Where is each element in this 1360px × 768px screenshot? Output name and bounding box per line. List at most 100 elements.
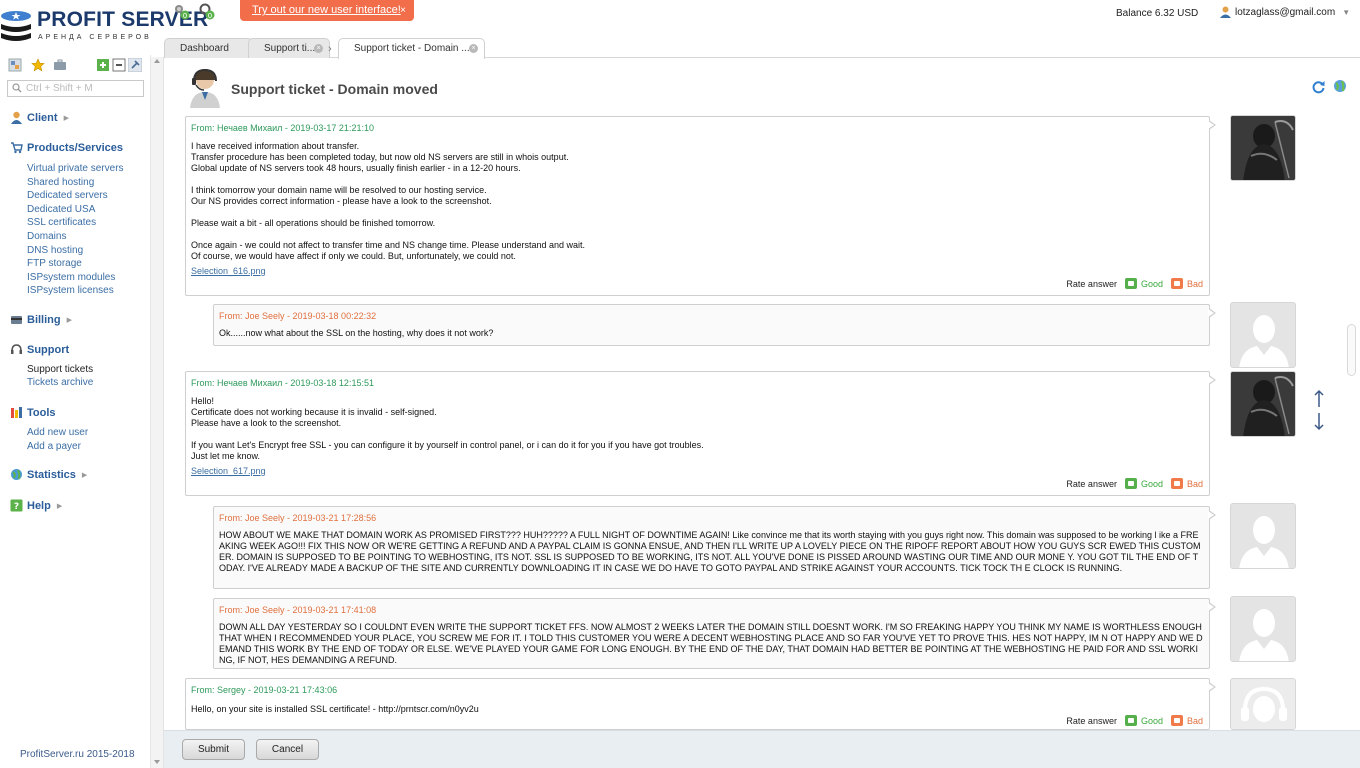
sidebar-item-statistics[interactable]: Statistics ▶: [10, 468, 87, 481]
tab-support-ticket-domain[interactable]: Support ticket - Domain ... ×: [338, 38, 485, 59]
reaper-avatar-icon: [1231, 372, 1295, 436]
rate-bad-button[interactable]: Bad: [1170, 278, 1203, 289]
globe-icon[interactable]: [1333, 79, 1347, 93]
headset-icon: [11, 344, 22, 354]
sidebar-item-support[interactable]: Support: [10, 343, 69, 356]
staff-avatar: [1230, 371, 1296, 437]
svg-text:?: ?: [14, 502, 19, 512]
sidebar-item-domains[interactable]: Domains: [27, 231, 66, 242]
menu-tree-icon[interactable]: [8, 58, 22, 72]
new-ui-promo-banner[interactable]: Try out our new user interface! ×: [240, 0, 414, 21]
sidebar-item-dedicated-servers[interactable]: Dedicated servers: [27, 190, 108, 201]
message-line: Please have a look to the screenshot.: [191, 418, 342, 428]
message-line: DOWN ALL DAY YESTERDAY SO I COULDNT EVEN…: [219, 622, 1205, 665]
sidebar-scrollbar[interactable]: [151, 57, 164, 768]
cancel-button[interactable]: Cancel: [256, 739, 319, 760]
sidebar-item-ftp-storage[interactable]: FTP storage: [27, 258, 82, 269]
scroll-up-icon[interactable]: [154, 59, 160, 63]
close-tab-icon[interactable]: ×: [314, 44, 323, 53]
support-agent-icon: [190, 68, 220, 108]
sidebar-item-tools[interactable]: Tools: [10, 406, 56, 419]
message-line: Our NS provides correct information - pl…: [191, 196, 492, 206]
sidebar-item-client[interactable]: Client ▶: [10, 111, 69, 124]
profit-server-logo[interactable]: PROFIT SERVER АРЕНДА СЕРВЕРОВ: [0, 8, 208, 48]
close-tab-icon[interactable]: ×: [469, 44, 478, 53]
message-body: Hello, on your site is installed SSL cer…: [191, 704, 1204, 715]
message-author: From: Нечаев Михаил - 2019-03-18 12:15:5…: [191, 378, 374, 388]
top-bar: PROFIT SERVER АРЕНДА СЕРВЕРОВ 0 0 Try ou…: [0, 0, 1360, 41]
copyright: ProfitServer.ru 2015-2018: [20, 749, 135, 760]
briefcase-icon[interactable]: [53, 58, 67, 72]
tab-support-tickets[interactable]: Support ti... ×: [248, 38, 330, 58]
scrollbar-thumb[interactable]: [1347, 324, 1356, 376]
rate-bad-button[interactable]: Bad: [1170, 715, 1203, 726]
user-icon: [1220, 6, 1231, 18]
message-line: Please wait a bit - all operations shoul…: [191, 218, 436, 228]
menu-search-input[interactable]: Ctrl + Shift + M: [7, 80, 144, 97]
account-balance: Balance 6.32 USD: [1116, 8, 1199, 19]
sidebar-item-add-new-user[interactable]: Add new user: [27, 427, 88, 438]
sidebar-item-billing[interactable]: Billing ▶: [10, 313, 72, 326]
message-line: Hello, on your site is installed SSL cer…: [191, 704, 479, 714]
new-ui-link[interactable]: Try out our new user interface!: [252, 4, 401, 16]
submit-button[interactable]: Submit: [182, 739, 245, 760]
message-author: From: Sergey - 2019-03-21 17:43:06: [191, 685, 338, 695]
thumbs-down-icon: [1170, 478, 1183, 489]
sidebar-item-support-tickets[interactable]: Support tickets: [27, 364, 93, 375]
rate-bad-button[interactable]: Bad: [1170, 478, 1203, 489]
sidebar-item-vps[interactable]: Virtual private servers: [27, 163, 124, 174]
bubble-pointer: [1208, 120, 1216, 130]
sidebar-item-add-a-payer[interactable]: Add a payer: [27, 441, 81, 452]
cart-icon: [11, 142, 23, 154]
sidebar: Ctrl + Shift + M Client ▶ Products/Servi…: [0, 55, 151, 768]
reorder-arrows-icon[interactable]: [1312, 389, 1326, 431]
svg-text:0: 0: [208, 12, 212, 20]
rate-good-button[interactable]: Good: [1124, 478, 1163, 489]
collapse-all-icon[interactable]: [112, 58, 126, 72]
favorites-star-icon[interactable]: [31, 58, 45, 72]
tools-icon: [11, 407, 22, 418]
sidebar-toolbar: [8, 58, 144, 74]
tab-dashboard[interactable]: Dashboard: [164, 38, 253, 58]
bubble-pointer: [1208, 375, 1216, 385]
refresh-icon[interactable]: [1312, 80, 1326, 94]
scroll-down-icon[interactable]: [154, 760, 160, 764]
thumbs-down-icon: [1170, 715, 1183, 726]
sidebar-item-ispsystem-modules[interactable]: ISPsystem modules: [27, 272, 115, 283]
sidebar-item-ssl-certificates[interactable]: SSL certificates: [27, 217, 96, 228]
network-connect-icon[interactable]: 0: [173, 3, 191, 21]
client-avatar: [1230, 596, 1296, 662]
user-menu[interactable]: lotzaglass@gmail.com ▼: [1220, 6, 1350, 18]
pin-icon[interactable]: [128, 58, 142, 72]
attachment-link[interactable]: Selection_616.png: [191, 266, 266, 276]
close-promo-icon[interactable]: ×: [400, 0, 406, 21]
sidebar-item-dns-hosting[interactable]: DNS hosting: [27, 245, 83, 256]
sidebar-item-dedicated-usa[interactable]: Dedicated USA: [27, 204, 95, 215]
thumbs-down-icon: [1170, 278, 1183, 289]
message-author: From: Нечаев Михаил - 2019-03-17 21:21:1…: [191, 123, 374, 133]
sidebar-item-help[interactable]: ? Help ▶: [10, 499, 62, 512]
rate-answer: Rate answer Good Bad: [1066, 478, 1203, 489]
attachment-link[interactable]: Selection_617.png: [191, 466, 266, 476]
staff-avatar: [1230, 678, 1296, 730]
rate-good-label: Good: [1140, 278, 1163, 289]
ticket-message-client: From: Joe Seely - 2019-03-18 00:22:32 Ok…: [213, 304, 1216, 346]
thumbs-up-icon: [1124, 278, 1137, 289]
sidebar-item-ispsystem-licenses[interactable]: ISPsystem licenses: [27, 285, 114, 296]
rate-good-button[interactable]: Good: [1124, 715, 1163, 726]
content-scrollbar[interactable]: [1346, 116, 1358, 728]
ticket-message-client: From: Joe Seely - 2019-03-21 17:41:08 DO…: [213, 598, 1216, 669]
support-headset-avatar-icon: [1231, 679, 1295, 729]
rate-answer: Rate answer Good Bad: [1066, 715, 1203, 726]
sidebar-item-label: Help: [27, 499, 51, 512]
rate-answer-label: Rate answer: [1066, 715, 1117, 726]
billing-icon: [11, 316, 22, 324]
brand-tagline: АРЕНДА СЕРВЕРОВ: [38, 34, 152, 41]
sidebar-item-shared-hosting[interactable]: Shared hosting: [27, 177, 94, 188]
sidebar-item-label: Billing: [27, 313, 61, 326]
sidebar-item-products[interactable]: Products/Services: [10, 141, 123, 154]
rate-good-button[interactable]: Good: [1124, 278, 1163, 289]
sidebar-item-tickets-archive[interactable]: Tickets archive: [27, 377, 93, 388]
network-alerts-icon[interactable]: 0: [198, 3, 216, 21]
expand-all-icon[interactable]: [96, 58, 110, 72]
